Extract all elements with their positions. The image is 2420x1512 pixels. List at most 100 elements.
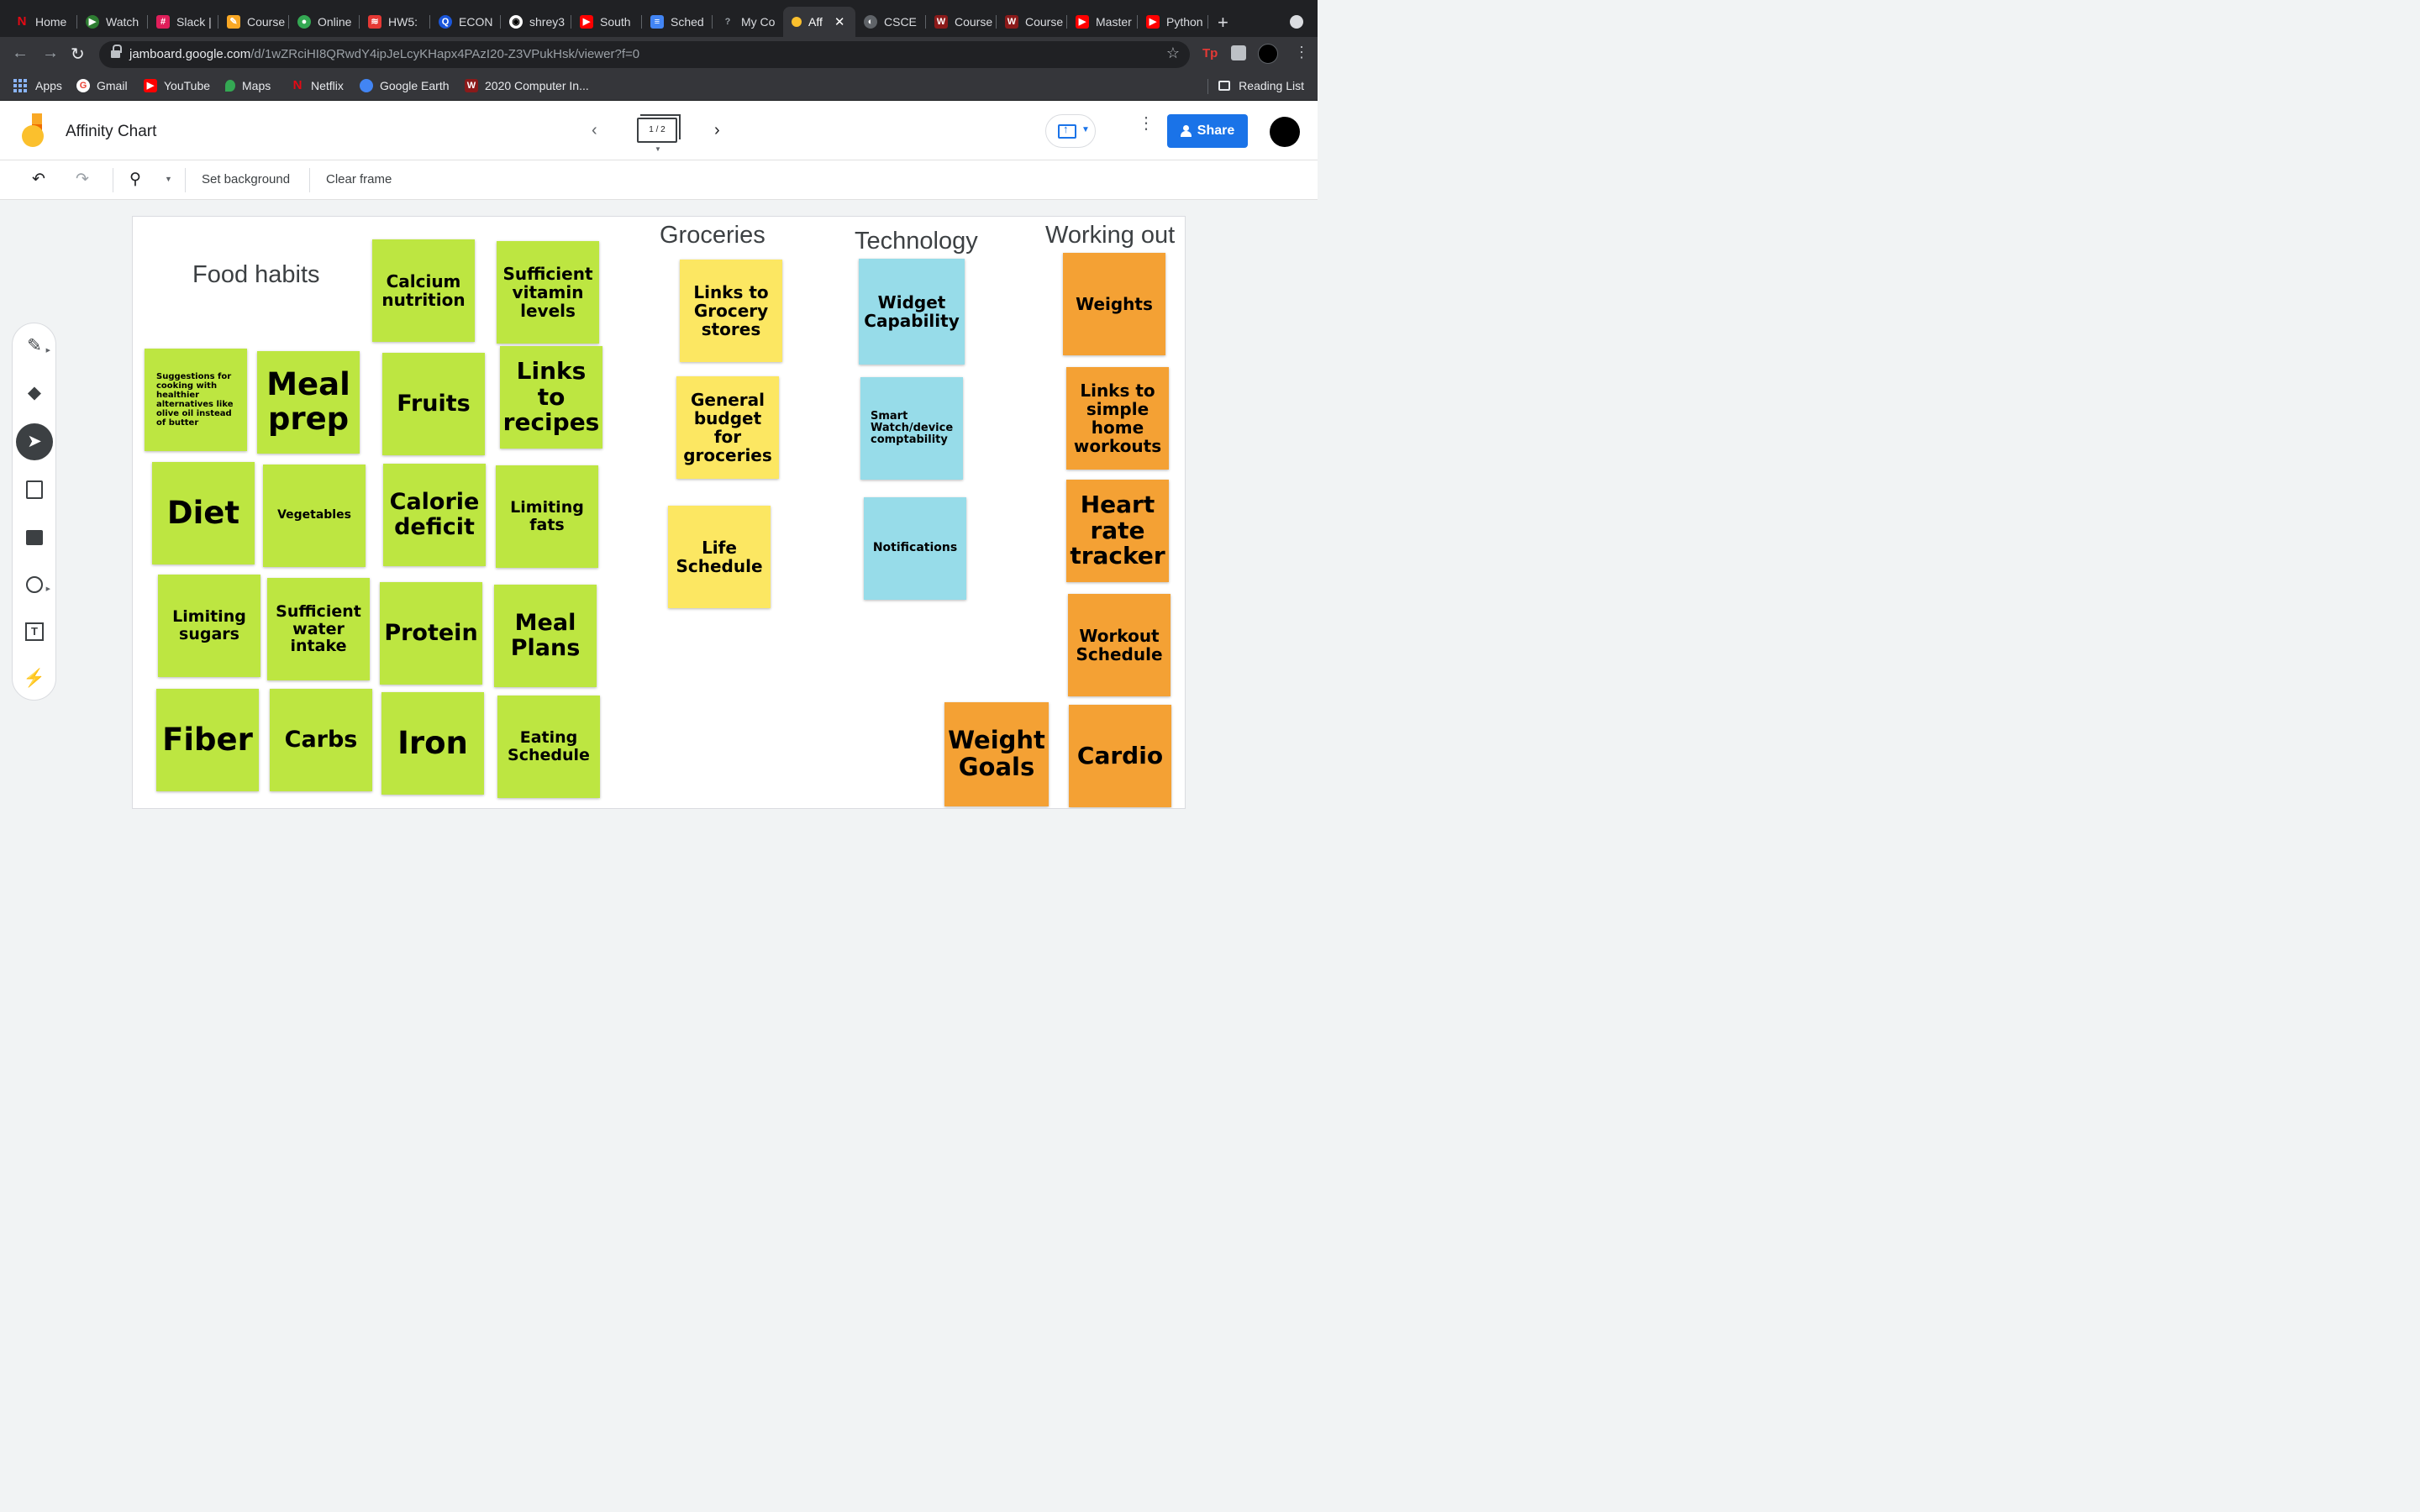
tab-csce[interactable]: ◐ CSCE	[855, 7, 926, 37]
address-bar[interactable]: jamboard.google.com/d/1wZRciHI8QRwdY4ipJ…	[99, 41, 1190, 68]
next-frame-chevron-icon[interactable]: ›	[714, 121, 720, 140]
sticky-note[interactable]: Weight Goals	[944, 702, 1049, 806]
profile-avatar[interactable]	[1258, 44, 1278, 64]
jamboard-logo-icon[interactable]	[20, 113, 47, 147]
present-button[interactable]: ▼	[1045, 114, 1096, 148]
share-button[interactable]: Share	[1167, 114, 1248, 148]
bookmark-maps[interactable]: Maps	[225, 79, 271, 92]
sticky-note[interactable]: Limiting sugars	[158, 575, 260, 677]
school-icon: W	[1005, 15, 1018, 29]
zoom-icon[interactable]: ⚲	[129, 170, 141, 189]
heading-groceries[interactable]: Groceries	[660, 222, 765, 249]
chevron-down-icon[interactable]: ▼	[165, 175, 172, 183]
bookmark-netflix[interactable]: N Netflix	[291, 79, 344, 93]
tab-hw5[interactable]: ≋ HW5:	[360, 7, 430, 37]
bookmark-gmail[interactable]: G Gmail	[76, 79, 128, 92]
pen-icon[interactable]: ✎ ▶	[22, 333, 50, 359]
tab-search-button[interactable]	[1290, 15, 1303, 29]
sticky-note[interactable]: Fruits	[382, 353, 485, 455]
url-text[interactable]: jamboard.google.com/d/1wZRciHI8QRwdY4ipJ…	[129, 47, 639, 61]
sticky-note-icon[interactable]	[22, 477, 47, 502]
eraser-icon[interactable]: ◆	[22, 381, 47, 406]
heading-technology[interactable]: Technology	[855, 228, 978, 255]
laser-icon[interactable]: ⚡	[22, 666, 47, 691]
chrome-menu-icon[interactable]: ⋮	[1294, 44, 1309, 61]
tab-github[interactable]: ◉ shrey3	[501, 7, 571, 37]
bookmark-google-earth[interactable]: Google Earth	[360, 79, 450, 92]
tab-home[interactable]: N Home	[7, 7, 77, 37]
tab-python[interactable]: ▶ Python	[1138, 7, 1208, 37]
circle-shape-icon[interactable]: ▶	[22, 572, 50, 597]
sticky-note[interactable]: Heart rate tracker	[1066, 480, 1169, 582]
tab-course-2[interactable]: W Course	[926, 7, 997, 37]
sticky-note[interactable]: General budget for groceries	[676, 376, 779, 479]
forward-icon[interactable]: →	[42, 44, 59, 63]
tab-master[interactable]: ▶ Master	[1067, 7, 1138, 37]
frame-bar-button[interactable]: 1 / 2	[637, 114, 681, 143]
sticky-note[interactable]: Calcium nutrition	[372, 239, 475, 342]
reading-list-button[interactable]: Reading List	[1218, 79, 1304, 92]
tab-watch[interactable]: ▶ Watch	[77, 7, 148, 37]
bookmark-2020-computer[interactable]: W 2020 Computer In...	[465, 79, 589, 92]
sticky-note[interactable]: Carbs	[270, 689, 372, 791]
tab-econ[interactable]: Q ECON	[430, 7, 501, 37]
tab-south[interactable]: ▶ South	[571, 7, 642, 37]
reload-icon[interactable]: ↻	[71, 44, 85, 65]
sticky-note[interactable]: Notifications	[864, 497, 966, 600]
select-pointer-icon[interactable]: ➤	[16, 423, 53, 460]
previous-frame-chevron-icon[interactable]: ‹	[592, 121, 597, 140]
extension-tp-icon[interactable]: Tp	[1202, 46, 1218, 60]
tab-affinity-chart[interactable]: Aff ✕	[783, 7, 855, 37]
set-background-button[interactable]: Set background	[202, 172, 290, 186]
sticky-note[interactable]: Links to recipes	[500, 346, 602, 449]
back-icon[interactable]: ←	[12, 44, 29, 63]
tab-slack[interactable]: # Slack |	[148, 7, 218, 37]
tab-label: Course	[955, 15, 993, 29]
extensions-puzzle-icon[interactable]	[1231, 45, 1246, 60]
bookmark-star-icon[interactable]: ☆	[1166, 45, 1180, 62]
redo-icon[interactable]: ↷	[76, 170, 89, 189]
account-avatar[interactable]	[1270, 117, 1300, 147]
close-icon[interactable]: ✕	[834, 14, 845, 29]
image-icon[interactable]	[22, 525, 47, 550]
bookmark-apps[interactable]: Apps	[13, 79, 62, 92]
chevron-down-icon[interactable]: ▼	[655, 145, 661, 153]
sticky-note[interactable]: Diet	[152, 462, 255, 564]
tab-course-3[interactable]: W Course	[997, 7, 1067, 37]
heading-food-habits[interactable]: Food habits	[192, 261, 320, 289]
sticky-note[interactable]: Meal Plans	[494, 585, 597, 687]
document-title[interactable]: Affinity Chart	[66, 123, 156, 141]
heading-working-out[interactable]: Working out	[1045, 222, 1175, 249]
text-box-icon[interactable]: T	[22, 619, 47, 644]
tab-sched[interactable]: ≡ Sched	[642, 7, 713, 37]
sticky-note[interactable]: Sufficient vitamin levels	[497, 241, 599, 344]
sticky-note[interactable]: Weights	[1063, 253, 1165, 355]
more-options-icon[interactable]: ⋮	[1138, 115, 1155, 132]
sticky-note[interactable]: Workout Schedule	[1068, 594, 1171, 696]
sticky-note[interactable]: Iron	[381, 692, 484, 795]
sticky-note[interactable]: Links to simple home workouts	[1066, 367, 1169, 470]
jamboard-canvas[interactable]: Food habits Groceries Technology Working…	[132, 216, 1186, 809]
sticky-note[interactable]: Smart Watch/device comptability	[860, 377, 963, 480]
sticky-note[interactable]: Suggestions for cooking with healthier a…	[145, 349, 247, 451]
sticky-note[interactable]: Fiber	[156, 689, 259, 791]
sticky-note[interactable]: Sufficient water intake	[267, 578, 370, 680]
sticky-note[interactable]: Protein	[380, 582, 482, 685]
new-tab-button[interactable]: +	[1218, 12, 1228, 34]
tab-online[interactable]: ● Online	[289, 7, 360, 37]
sticky-note[interactable]: Life Schedule	[668, 506, 771, 608]
tab-my-course[interactable]: ? My Co	[713, 7, 783, 37]
tab-course-1[interactable]: ✎ Course	[218, 7, 289, 37]
sticky-note[interactable]: Widget Capability	[859, 259, 965, 365]
sticky-note[interactable]: Limiting fats	[496, 465, 598, 568]
youtube-icon: ▶	[1076, 15, 1089, 29]
sticky-note[interactable]: Vegetables	[263, 465, 366, 567]
undo-icon[interactable]: ↶	[32, 170, 45, 189]
sticky-note[interactable]: Eating Schedule	[497, 696, 600, 798]
sticky-note[interactable]: Links to Grocery stores	[680, 260, 782, 362]
clear-frame-button[interactable]: Clear frame	[326, 172, 392, 186]
sticky-note[interactable]: Meal prep	[257, 351, 360, 454]
sticky-note[interactable]: Calorie deficit	[383, 464, 486, 566]
bookmark-youtube[interactable]: ▶ YouTube	[144, 79, 210, 92]
sticky-note[interactable]: Cardio	[1069, 705, 1171, 807]
